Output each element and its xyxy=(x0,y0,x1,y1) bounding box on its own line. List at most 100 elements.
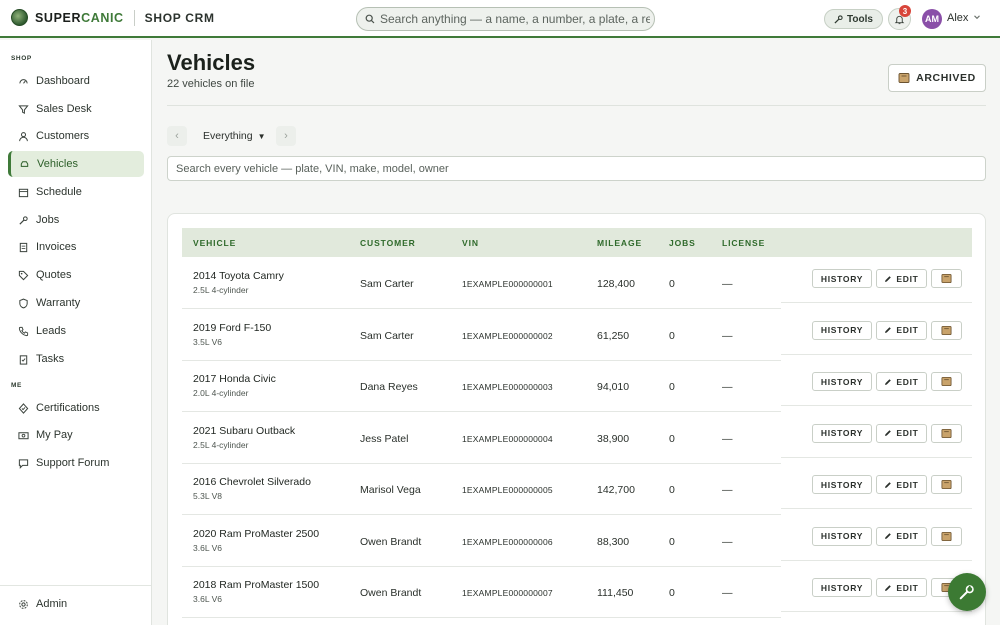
table-row[interactable]: 2016 Chevrolet Silverado 5.3L V8 Marisol… xyxy=(182,464,972,515)
vehicle-search-input[interactable] xyxy=(176,157,966,180)
sidebar-item-label: Customers xyxy=(36,130,90,142)
customer-cell[interactable]: Sam Carter xyxy=(360,330,414,342)
history-button[interactable]: HISTORY xyxy=(812,578,872,597)
archive-button[interactable] xyxy=(931,269,962,288)
global-search-input[interactable] xyxy=(380,12,650,26)
archive-button[interactable] xyxy=(931,320,962,340)
edit-button[interactable]: EDIT xyxy=(876,320,927,340)
table-row[interactable]: 2020 Ram ProMaster 2500 3.6L V6 Owen Bra… xyxy=(182,516,972,567)
column-vin[interactable]: VIN xyxy=(462,238,479,248)
sidebar-item-customers[interactable]: Customers xyxy=(8,123,144,149)
edit-button[interactable]: EDIT xyxy=(876,423,927,443)
history-button[interactable]: HISTORY xyxy=(812,526,872,546)
customer-cell[interactable]: Dana Reyes xyxy=(360,381,418,393)
edit-button[interactable]: EDIT xyxy=(876,269,927,288)
mileage-cell: 111,450 xyxy=(597,587,634,599)
sidebar-item-warranty[interactable]: Warranty xyxy=(8,290,144,316)
sidebar-item-tasks[interactable]: Tasks xyxy=(8,346,144,372)
filter-prev-button[interactable]: ‹ xyxy=(167,126,187,146)
column-jobs[interactable]: JOBS xyxy=(669,238,696,248)
logo[interactable]: SUPERCANIC SHOP CRM xyxy=(11,9,215,26)
customer-cell[interactable]: Owen Brandt xyxy=(360,536,421,548)
edit-button[interactable]: EDIT xyxy=(876,526,927,546)
sidebar-item-admin[interactable]: Admin xyxy=(8,591,144,617)
tools-fab-button[interactable] xyxy=(948,573,986,611)
mileage-cell: 38,900 xyxy=(597,432,630,445)
vehicle-name[interactable]: 2016 Chevrolet Silverado xyxy=(193,476,311,488)
table-row[interactable]: 2017 Honda Civic 2.0L 4-cylinder Dana Re… xyxy=(182,361,972,412)
notifications-button[interactable]: 3 xyxy=(888,5,911,30)
vehicles-table: VEHICLE CUSTOMER VIN MILEAGE JOBS LICENS… xyxy=(167,213,986,625)
vehicle-name[interactable]: 2014 Toyota Camry xyxy=(193,270,284,282)
table-header: VEHICLE CUSTOMER VIN MILEAGE JOBS LICENS… xyxy=(182,228,972,257)
sidebar-item-schedule[interactable]: Schedule xyxy=(8,179,144,205)
table-row[interactable]: 2019 Ford F-150 3.5L V6 Sam Carter 1EXAM… xyxy=(182,310,972,361)
table-row[interactable]: 2021 Subaru Outback 2.5L 4-cylinder Jess… xyxy=(182,413,972,464)
column-vehicle[interactable]: VEHICLE xyxy=(193,238,236,248)
vehicle-name[interactable]: 2017 Honda Civic xyxy=(193,373,276,385)
column-license[interactable]: LICENSE xyxy=(722,238,765,248)
vehicle-cell: 2017 Honda Civic 2.0L 4-cylinder xyxy=(193,373,276,398)
table-row[interactable]: 2018 Ram ProMaster 1500 3.6L V6 Owen Bra… xyxy=(182,567,972,618)
vehicle-engine: 3.5L V6 xyxy=(193,336,222,347)
sidebar-item-dashboard[interactable]: Dashboard xyxy=(8,68,144,94)
vehicle-name[interactable]: 2020 Ram ProMaster 2500 xyxy=(193,528,319,540)
table-row[interactable]: 2014 Toyota Camry 2.5L 4-cylinder Sam Ca… xyxy=(182,258,972,309)
history-button[interactable]: HISTORY xyxy=(812,269,872,288)
mileage-cell: 88,300 xyxy=(597,535,630,548)
column-mileage[interactable]: MILEAGE xyxy=(597,238,642,248)
sidebar-item-vehicles[interactable]: Vehicles xyxy=(8,151,144,177)
row-divider xyxy=(781,611,972,612)
chat-icon xyxy=(17,457,29,469)
vehicle-name[interactable]: 2019 Ford F-150 xyxy=(193,322,271,334)
sidebar-item-my-pay[interactable]: My Pay xyxy=(8,422,144,448)
chevron-down-icon[interactable] xyxy=(973,13,981,21)
archive-box-icon xyxy=(941,479,952,490)
funnel-icon xyxy=(17,103,29,115)
jobs-cell: 0 xyxy=(669,587,675,599)
archive-button[interactable] xyxy=(931,372,962,391)
customer-cell[interactable]: Sam Carter xyxy=(360,278,414,290)
customer-cell[interactable]: Owen Brandt xyxy=(360,587,421,599)
sidebar-item-jobs[interactable]: Jobs xyxy=(8,207,144,233)
archive-button[interactable] xyxy=(931,475,962,494)
sidebar-item-label: Admin xyxy=(36,598,68,610)
sidebar-item-quotes[interactable]: Quotes xyxy=(8,262,144,288)
archive-button[interactable] xyxy=(931,526,962,546)
vehicle-name[interactable]: 2021 Subaru Outback xyxy=(193,425,295,437)
vehicle-engine: 2.0L 4-cylinder xyxy=(193,388,249,398)
sidebar-item-label: Support Forum xyxy=(36,457,110,469)
edit-button[interactable]: EDIT xyxy=(876,372,927,391)
edit-button[interactable]: EDIT xyxy=(876,475,927,494)
global-search[interactable] xyxy=(356,7,655,31)
sidebar-item-support-forum[interactable]: Support Forum xyxy=(8,450,144,476)
vehicle-engine: 3.6L V6 xyxy=(193,594,222,604)
column-customer[interactable]: CUSTOMER xyxy=(360,238,416,248)
sidebar-item-invoices[interactable]: Invoices xyxy=(8,234,144,260)
filter-next-button[interactable]: › xyxy=(276,126,296,146)
row-divider xyxy=(781,456,972,458)
product-name: SHOP CRM xyxy=(144,10,215,25)
vehicle-cell: 2019 Ford F-150 3.5L V6 xyxy=(193,322,271,347)
history-button[interactable]: HISTORY xyxy=(812,423,872,443)
history-button[interactable]: HISTORY xyxy=(812,320,872,340)
filter-select[interactable]: Everything ▼ xyxy=(196,126,266,146)
mileage-cell: 128,400 xyxy=(597,278,635,290)
vehicle-name[interactable]: 2018 Ram ProMaster 1500 xyxy=(193,579,319,591)
header-divider xyxy=(167,105,986,106)
vehicle-search[interactable] xyxy=(167,156,986,181)
sidebar-item-label: Certifications xyxy=(36,402,100,414)
history-button[interactable]: HISTORY xyxy=(812,475,872,494)
avatar[interactable]: AM xyxy=(922,9,942,29)
sidebar-item-leads[interactable]: Leads xyxy=(8,318,144,344)
tools-button[interactable]: Tools xyxy=(824,9,883,29)
user-name[interactable]: Alex xyxy=(947,12,968,24)
customer-cell[interactable]: Jess Patel xyxy=(360,433,408,445)
sidebar-item-sales-desk[interactable]: Sales Desk xyxy=(8,96,144,122)
archive-button[interactable] xyxy=(931,423,962,443)
customer-cell[interactable]: Marisol Vega xyxy=(360,484,421,496)
history-button[interactable]: HISTORY xyxy=(812,372,872,391)
archived-button[interactable]: ARCHIVED xyxy=(888,64,986,92)
sidebar-item-certifications[interactable]: Certifications xyxy=(8,395,144,421)
edit-button[interactable]: EDIT xyxy=(876,578,927,597)
